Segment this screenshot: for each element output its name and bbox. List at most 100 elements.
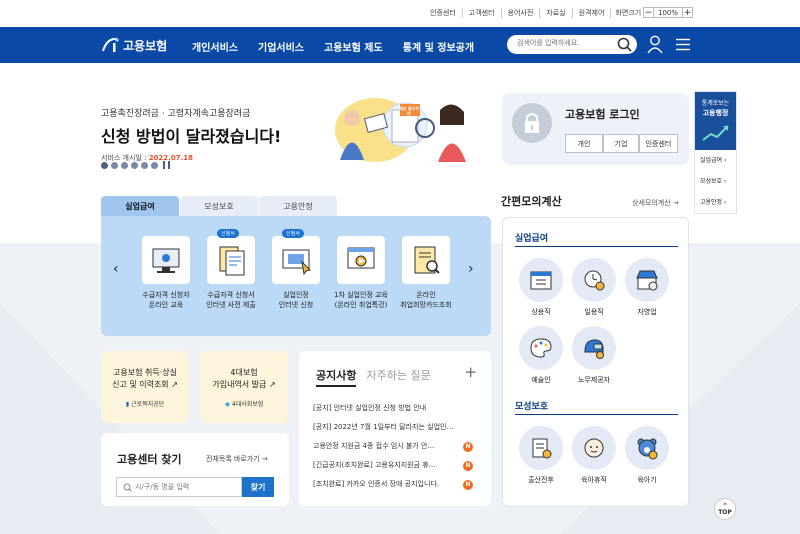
document-submit-icon: 신청서	[207, 229, 255, 284]
card-insurance-history[interactable]: 고용보험 취득·상실 신고 및 이력조회 ↗ ▮ 근로복지공단	[101, 351, 189, 423]
calc-item-label: 육아휴직	[581, 476, 607, 484]
notice-more-icon[interactable]: +	[464, 363, 477, 381]
carousel-indicator	[101, 161, 170, 169]
carousel-dot[interactable]	[101, 161, 108, 169]
menu-item-system[interactable]: 고용보험 제도	[324, 39, 383, 54]
tab-unemployment[interactable]: 실업급여	[101, 196, 179, 216]
notice-item[interactable]: [공지] 2022년 7월 1일부터 달라지는 실업인…	[313, 418, 473, 437]
scroll-top-button[interactable]: ⌃ TOP	[714, 498, 736, 520]
service-item[interactable]: 온라인 취업희망카드조회	[392, 236, 460, 310]
new-badge: N	[463, 441, 473, 452]
service-label: 온라인 취업희망카드조회	[400, 291, 452, 309]
tab-maternity[interactable]: 모성보호	[180, 196, 258, 216]
calc-item-label: 자영업	[637, 308, 657, 316]
online-apply-icon: 신청서	[272, 229, 320, 284]
calc-detail-link[interactable]: 상세모의계산 →	[632, 198, 679, 208]
hamburger-menu-icon[interactable]	[676, 38, 690, 51]
service-item[interactable]: 1차 실업인정 교육 (온라인 취업특강)	[327, 236, 395, 310]
calc-section-title: 모성보호	[515, 402, 549, 412]
utility-link[interactable]: 용어사전	[500, 8, 540, 18]
search-box	[507, 35, 637, 54]
palette-icon	[519, 326, 563, 370]
zoom-out-button[interactable]: −	[643, 7, 654, 18]
side-link-label: 실업급여	[700, 157, 723, 164]
notice-item[interactable]: 고용안정 지원금 4종 접수 임시 불가 안… N	[313, 437, 473, 456]
center-full-list-link[interactable]: 전체목록 바로가기 →	[206, 454, 268, 464]
tab-faq[interactable]: 자주하는 질문	[366, 367, 430, 383]
login-business-button[interactable]: 기업	[603, 134, 639, 153]
zoom-in-button[interactable]: +	[682, 7, 694, 18]
notice-item[interactable]: [조치완료] 카카오 인증서 장애 공지입니다. N	[313, 475, 473, 494]
calc-item-self-employed[interactable]: 자영업	[624, 258, 670, 317]
notice-item[interactable]: [긴급공지(조치완료] 고용유지지원금 휴… N	[313, 456, 473, 475]
side-link-maternity[interactable]: 모성보호 ›	[695, 171, 736, 192]
calc-item-daily[interactable]: 일용직	[571, 258, 617, 317]
card-org: ▮ 근로복지공단	[125, 401, 165, 408]
utility-link[interactable]: 고객센터	[461, 8, 501, 18]
external-link-icon: ↗	[171, 380, 178, 389]
external-link-icon: ↗	[268, 380, 276, 389]
calc-section-title: 실업급여	[515, 234, 549, 244]
document-coin-icon	[519, 426, 563, 470]
utility-link[interactable]: 원격제어	[571, 8, 611, 18]
calc-divider	[515, 414, 678, 415]
center-search-box	[116, 477, 242, 497]
carousel-dot[interactable]	[121, 161, 128, 169]
calc-item-label: 출산전후	[528, 476, 554, 484]
zoom-control: − 100% +	[643, 7, 694, 18]
service-badge: 신청서	[217, 229, 239, 238]
hero-title: 신청 방법이 달라졌습니다!	[101, 127, 282, 146]
service-item[interactable]: 수급자격 신청자 온라인 교육	[132, 236, 200, 310]
stats-banner-line1: 통계로보는	[701, 100, 730, 107]
carousel-dot[interactable]	[151, 161, 158, 169]
menu-item-statistics[interactable]: 통계 및 정보공개	[403, 39, 474, 54]
center-search-button[interactable]: 찾기	[242, 477, 274, 497]
calendar-icon	[519, 258, 563, 302]
global-nav: 고용보험 개인서비스 기업서비스 고용보험 제도 통계 및 정보공개	[0, 27, 800, 63]
carousel-dot[interactable]	[141, 161, 148, 169]
lock-icon	[512, 103, 552, 143]
tab-stability[interactable]: 고용안정	[259, 196, 337, 216]
search-input[interactable]	[517, 39, 612, 47]
calc-item-label: 상용직	[531, 308, 551, 316]
side-link-unemployment[interactable]: 실업급여 ›	[695, 150, 736, 171]
center-search-input[interactable]	[135, 483, 235, 491]
carousel-dot[interactable]	[131, 161, 138, 169]
service-item[interactable]: 신청서 실업인정 인터넷 신청	[262, 229, 330, 310]
side-link-stability[interactable]: 고용안정 ›	[695, 192, 736, 213]
utility-link[interactable]: 자료실	[539, 8, 571, 18]
card-4-insurance[interactable]: 4대보험 가입내역서 발급 ↗ ◉ 4대사회보험	[200, 351, 288, 423]
teddy-bear-icon	[625, 426, 669, 470]
login-personal-button[interactable]: 개인	[565, 134, 603, 153]
hero-text[interactable]: 고용촉진장려금 · 고령자계속고용장려금 신청 방법이 달라졌습니다! 서비스 …	[101, 106, 281, 163]
search-icon[interactable]	[617, 37, 632, 52]
login-panel: 고용보험 로그인 개인 기업 인증센터	[502, 93, 689, 165]
tab-notice[interactable]: 공지사항	[316, 367, 357, 387]
prev-arrow-icon[interactable]: ‹	[113, 261, 119, 277]
utility-link[interactable]: 인증센터	[424, 8, 462, 18]
online-lecture-icon	[337, 236, 385, 284]
user-icon[interactable]	[647, 35, 663, 54]
clock-coin-icon	[572, 258, 616, 302]
center-finder: 고용센터 찾기 전체목록 바로가기 → 찾기	[101, 433, 289, 506]
calc-item-maternity-leave[interactable]: 출산전후	[518, 426, 564, 485]
site-logo[interactable]: 고용보험	[101, 36, 167, 54]
service-label: 1차 실업인정 교육 (온라인 취업특강)	[334, 291, 388, 309]
calc-item-regular[interactable]: 상용직	[518, 258, 564, 317]
carousel-dot[interactable]	[111, 161, 118, 169]
login-certificate-button[interactable]: 인증센터	[639, 134, 678, 153]
carousel-pause-icon[interactable]	[163, 161, 170, 169]
service-item[interactable]: 신청서 수급자격 신청서 인터넷 사전 제출	[197, 229, 265, 310]
menu-item-personal[interactable]: 개인서비스	[192, 39, 238, 54]
calc-item-artist[interactable]: 예술인	[518, 326, 564, 385]
calc-title: 간편모의계산	[501, 195, 562, 208]
notice-item[interactable]: [공지] 인터넷 실업인정 신청 방법 안내	[313, 399, 473, 418]
stats-banner-line2: 고용행정	[702, 109, 729, 117]
calc-item-labor-provider[interactable]: 노무제공자	[571, 326, 617, 385]
logo-mark-icon	[102, 37, 119, 52]
calc-item-parental-leave[interactable]: 육아휴직	[571, 426, 617, 485]
calc-item-childcare[interactable]: 육아기	[624, 426, 670, 485]
next-arrow-icon[interactable]: ›	[468, 261, 474, 277]
menu-item-business[interactable]: 기업서비스	[258, 39, 304, 54]
stats-banner[interactable]: 통계로보는 고용행정	[695, 92, 736, 150]
